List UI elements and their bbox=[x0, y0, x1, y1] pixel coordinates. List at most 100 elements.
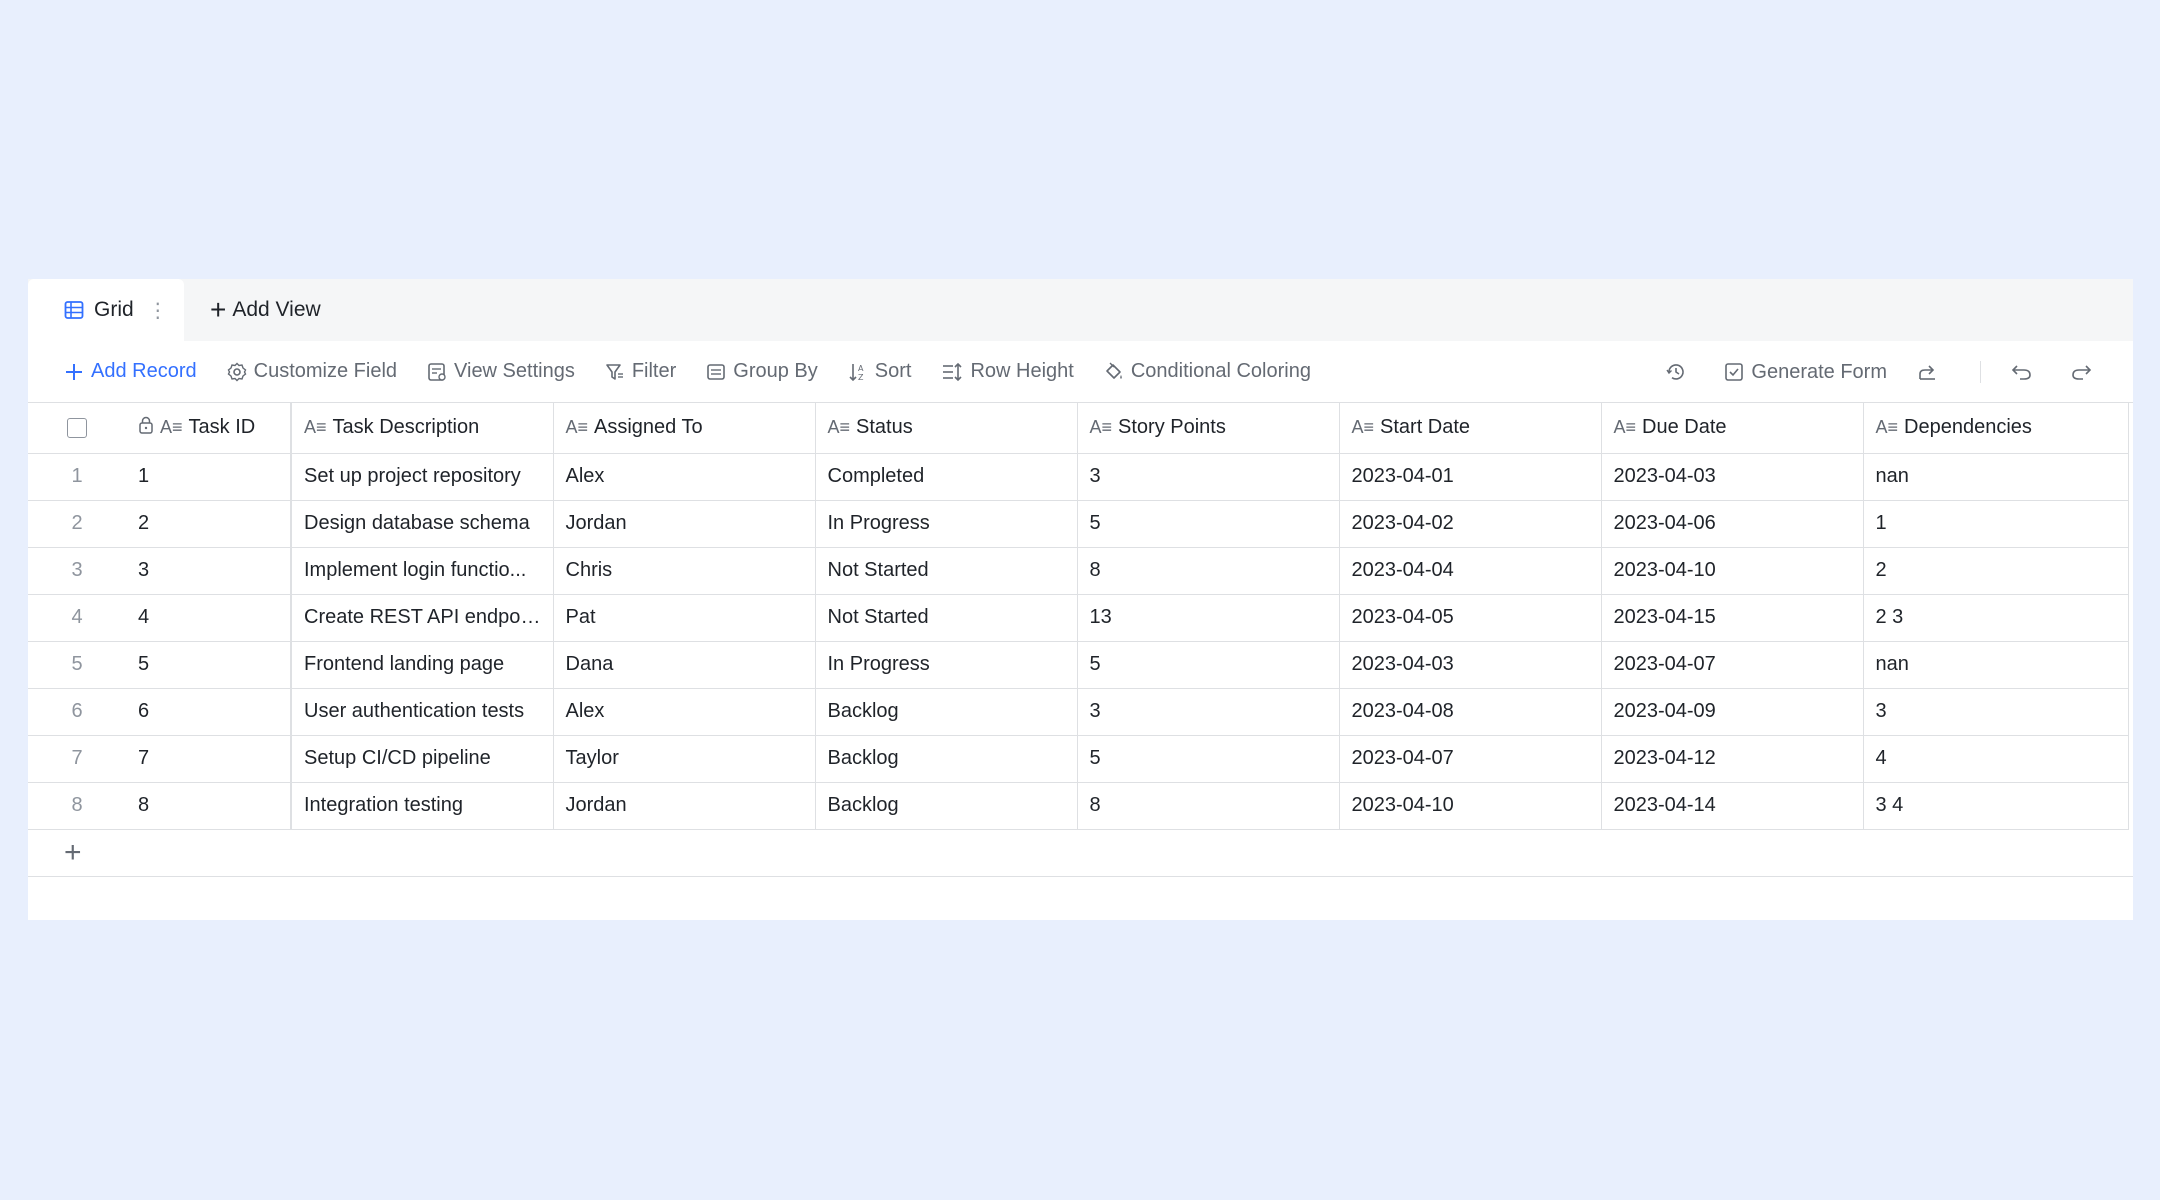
cell-story-points[interactable]: 8 bbox=[1077, 547, 1340, 595]
generate-form-button[interactable]: Generate Form bbox=[1724, 361, 1887, 384]
cell-assigned-to[interactable]: Jordan bbox=[553, 782, 816, 830]
cell-story-points[interactable]: 8 bbox=[1077, 782, 1340, 830]
row-height-button[interactable]: Row Height bbox=[941, 360, 1074, 383]
cell-assigned-to[interactable]: Chris bbox=[553, 547, 816, 595]
table-row[interactable]: 4 4 Create REST API endpoi... Pat Not St… bbox=[28, 594, 2129, 642]
cell-due-date[interactable]: 2023-04-14 bbox=[1601, 782, 1864, 830]
cell-start-date[interactable]: 2023-04-08 bbox=[1339, 688, 1602, 736]
cell-story-points[interactable]: 5 bbox=[1077, 500, 1340, 548]
cell-status[interactable]: In Progress bbox=[815, 500, 1078, 548]
cell-task-id[interactable]: 1 bbox=[126, 453, 292, 501]
column-header-story-points[interactable]: A≡ Story Points bbox=[1077, 403, 1340, 454]
cell-start-date[interactable]: 2023-04-05 bbox=[1339, 594, 1602, 642]
conditional-coloring-button[interactable]: Conditional Coloring bbox=[1104, 360, 1311, 383]
table-row[interactable]: 2 2 Design database schema Jordan In Pro… bbox=[28, 500, 2129, 548]
column-header-dependencies[interactable]: A≡ Dependencies bbox=[1863, 403, 2129, 454]
cell-dependencies[interactable]: 3 bbox=[1863, 688, 2129, 736]
cell-status[interactable]: Completed bbox=[815, 453, 1078, 501]
add-view-button[interactable]: + Add View bbox=[184, 279, 321, 341]
cell-due-date[interactable]: 2023-04-09 bbox=[1601, 688, 1864, 736]
table-row[interactable]: 6 6 User authentication tests Alex Backl… bbox=[28, 688, 2129, 736]
table-row[interactable]: 7 7 Setup CI/CD pipeline Taylor Backlog … bbox=[28, 735, 2129, 783]
table-row[interactable]: 5 5 Frontend landing page Dana In Progre… bbox=[28, 641, 2129, 689]
table-row[interactable]: 3 3 Implement login functio... Chris Not… bbox=[28, 547, 2129, 595]
cell-task-id[interactable]: 6 bbox=[126, 688, 292, 736]
column-header-status[interactable]: A≡ Status bbox=[815, 403, 1078, 454]
cell-start-date[interactable]: 2023-04-02 bbox=[1339, 500, 1602, 548]
cell-task-description[interactable]: Setup CI/CD pipeline bbox=[291, 735, 554, 783]
history-button[interactable] bbox=[1665, 361, 1694, 383]
column-header-task-description[interactable]: A≡ Task Description bbox=[291, 403, 554, 454]
cell-status[interactable]: Backlog bbox=[815, 782, 1078, 830]
cell-status[interactable]: Backlog bbox=[815, 688, 1078, 736]
filter-button[interactable]: Filter bbox=[605, 360, 676, 383]
cell-start-date[interactable]: 2023-04-01 bbox=[1339, 453, 1602, 501]
add-record-button[interactable]: Add Record bbox=[64, 360, 197, 383]
cell-assigned-to[interactable]: Dana bbox=[553, 641, 816, 689]
cell-assigned-to[interactable]: Pat bbox=[553, 594, 816, 642]
cell-task-id[interactable]: 3 bbox=[126, 547, 292, 595]
cell-task-id[interactable]: 7 bbox=[126, 735, 292, 783]
cell-task-description[interactable]: Set up project repository bbox=[291, 453, 554, 501]
cell-due-date[interactable]: 2023-04-03 bbox=[1601, 453, 1864, 501]
cell-task-description[interactable]: Design database schema bbox=[291, 500, 554, 548]
share-button[interactable] bbox=[1917, 362, 1946, 382]
cell-due-date[interactable]: 2023-04-07 bbox=[1601, 641, 1864, 689]
cell-dependencies[interactable]: 2 3 bbox=[1863, 594, 2129, 642]
cell-task-description[interactable]: Implement login functio... bbox=[291, 547, 554, 595]
group-by-button[interactable]: Group By bbox=[706, 360, 818, 383]
cell-dependencies[interactable]: 2 bbox=[1863, 547, 2129, 595]
cell-due-date[interactable]: 2023-04-06 bbox=[1601, 500, 1864, 548]
customize-field-button[interactable]: Customize Field bbox=[227, 360, 397, 383]
column-label: Task ID bbox=[188, 416, 256, 439]
cell-task-description[interactable]: Frontend landing page bbox=[291, 641, 554, 689]
undo-button[interactable] bbox=[2011, 362, 2040, 382]
cell-task-description[interactable]: User authentication tests bbox=[291, 688, 554, 736]
cell-start-date[interactable]: 2023-04-10 bbox=[1339, 782, 1602, 830]
cell-story-points[interactable]: 3 bbox=[1077, 688, 1340, 736]
column-header-start-date[interactable]: A≡ Start Date bbox=[1339, 403, 1602, 454]
cell-story-points[interactable]: 3 bbox=[1077, 453, 1340, 501]
table-row[interactable]: 8 8 Integration testing Jordan Backlog 8… bbox=[28, 782, 2129, 830]
cell-dependencies[interactable]: nan bbox=[1863, 453, 2129, 501]
cell-dependencies[interactable]: 4 bbox=[1863, 735, 2129, 783]
column-header-due-date[interactable]: A≡ Due Date bbox=[1601, 403, 1864, 454]
view-settings-button[interactable]: View Settings bbox=[427, 360, 575, 383]
cell-status[interactable]: In Progress bbox=[815, 641, 1078, 689]
cell-task-id[interactable]: 2 bbox=[126, 500, 292, 548]
cell-story-points[interactable]: 5 bbox=[1077, 641, 1340, 689]
cell-dependencies[interactable]: nan bbox=[1863, 641, 2129, 689]
cell-assigned-to[interactable]: Alex bbox=[553, 688, 816, 736]
sort-button[interactable]: AZ Sort bbox=[848, 360, 911, 383]
cell-story-points[interactable]: 5 bbox=[1077, 735, 1340, 783]
cell-assigned-to[interactable]: Alex bbox=[553, 453, 816, 501]
cell-task-description[interactable]: Create REST API endpoi... bbox=[291, 594, 554, 642]
cell-assigned-to[interactable]: Taylor bbox=[553, 735, 816, 783]
cell-start-date[interactable]: 2023-04-04 bbox=[1339, 547, 1602, 595]
cell-task-id[interactable]: 5 bbox=[126, 641, 292, 689]
redo-button[interactable] bbox=[2070, 362, 2099, 382]
cell-status[interactable]: Not Started bbox=[815, 594, 1078, 642]
cell-due-date[interactable]: 2023-04-12 bbox=[1601, 735, 1864, 783]
cell-start-date[interactable]: 2023-04-07 bbox=[1339, 735, 1602, 783]
cell-dependencies[interactable]: 1 bbox=[1863, 500, 2129, 548]
cell-status[interactable]: Not Started bbox=[815, 547, 1078, 595]
add-row-button[interactable]: + bbox=[28, 830, 2133, 877]
cell-task-id[interactable]: 8 bbox=[126, 782, 292, 830]
more-vertical-icon[interactable]: ⋮ bbox=[148, 298, 168, 323]
cell-assigned-to[interactable]: Jordan bbox=[553, 500, 816, 548]
cell-due-date[interactable]: 2023-04-10 bbox=[1601, 547, 1864, 595]
cell-story-points[interactable]: 13 bbox=[1077, 594, 1340, 642]
cell-status[interactable]: Backlog bbox=[815, 735, 1078, 783]
row-number: 3 bbox=[28, 547, 126, 595]
column-header-task-id[interactable]: A≡ Task ID bbox=[126, 403, 292, 454]
cell-task-id[interactable]: 4 bbox=[126, 594, 292, 642]
cell-task-description[interactable]: Integration testing bbox=[291, 782, 554, 830]
table-row[interactable]: 1 1 Set up project repository Alex Compl… bbox=[28, 453, 2129, 501]
tab-grid[interactable]: Grid ⋮ bbox=[28, 279, 184, 341]
column-header-assigned-to[interactable]: A≡ Assigned To bbox=[553, 403, 816, 454]
cell-due-date[interactable]: 2023-04-15 bbox=[1601, 594, 1864, 642]
select-all-checkbox[interactable] bbox=[67, 417, 87, 438]
cell-start-date[interactable]: 2023-04-03 bbox=[1339, 641, 1602, 689]
cell-dependencies[interactable]: 3 4 bbox=[1863, 782, 2129, 830]
